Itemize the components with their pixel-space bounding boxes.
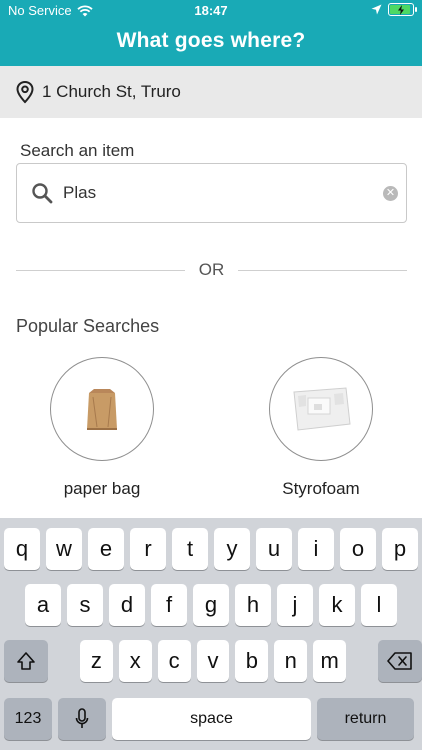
backspace-icon <box>387 652 412 670</box>
key-t[interactable]: t <box>172 528 208 570</box>
key-k[interactable]: k <box>319 584 355 626</box>
status-time: 18:47 <box>194 3 228 18</box>
key-a[interactable]: a <box>25 584 61 626</box>
location-pin-icon <box>16 80 34 104</box>
key-n[interactable]: n <box>274 640 308 682</box>
key-r[interactable]: r <box>130 528 166 570</box>
or-label: OR <box>198 260 225 279</box>
key-u[interactable]: u <box>256 528 292 570</box>
keyboard-row-4: 123 space return <box>0 698 422 740</box>
return-key[interactable]: return <box>317 698 414 740</box>
key-d[interactable]: d <box>109 584 145 626</box>
key-o[interactable]: o <box>340 528 376 570</box>
key-g[interactable]: g <box>193 584 229 626</box>
key-s[interactable]: s <box>67 584 103 626</box>
key-c[interactable]: c <box>157 640 191 682</box>
key-i[interactable]: i <box>298 528 334 570</box>
header: No Service 18:47 What goes where? <box>0 0 422 66</box>
clear-icon[interactable]: ✕ <box>383 186 398 201</box>
shift-key[interactable] <box>4 640 48 682</box>
key-m[interactable]: m <box>313 640 347 682</box>
key-w[interactable]: w <box>46 528 82 570</box>
app-screen: No Service 18:47 What goes where? 1 Chur… <box>0 0 422 750</box>
keyboard-row-3: z x c v b n m <box>0 640 422 682</box>
key-j[interactable]: j <box>277 584 313 626</box>
location-bar[interactable]: 1 Church St, Truro <box>0 66 422 118</box>
key-e[interactable]: e <box>88 528 124 570</box>
paper-bag-image <box>50 357 154 461</box>
key-v[interactable]: v <box>196 640 230 682</box>
popular-item-paper-bag[interactable]: paper bag <box>17 357 187 499</box>
location-arrow-icon <box>371 4 382 15</box>
keyboard: q w e r t y u i o p a s d f g h j k l z … <box>0 518 422 750</box>
key-q[interactable]: q <box>4 528 40 570</box>
microphone-icon <box>75 708 89 728</box>
keyboard-row-1: q w e r t y u i o p <box>0 528 422 570</box>
key-x[interactable]: x <box>118 640 152 682</box>
styrofoam-image <box>269 357 373 461</box>
popular-item-label: paper bag <box>63 479 141 498</box>
popular-item-styrofoam[interactable]: Styrofoam <box>236 357 406 499</box>
dictation-key[interactable] <box>58 698 106 740</box>
divider-line-right <box>238 269 407 271</box>
search-box[interactable]: ✕ <box>16 163 407 223</box>
space-key[interactable]: space <box>112 698 311 740</box>
status-right <box>371 3 417 16</box>
search-icon <box>32 183 53 204</box>
search-label: Search an item <box>20 141 135 160</box>
numbers-key[interactable]: 123 <box>4 698 52 740</box>
key-b[interactable]: b <box>235 640 269 682</box>
search-input[interactable] <box>63 183 363 203</box>
key-f[interactable]: f <box>151 584 187 626</box>
key-y[interactable]: y <box>214 528 250 570</box>
backspace-key[interactable] <box>378 640 422 682</box>
keyboard-row-2: a s d f g h j k l <box>0 584 422 626</box>
popular-searches-title: Popular Searches <box>16 316 160 336</box>
key-l[interactable]: l <box>361 584 397 626</box>
status-bar: No Service 18:47 <box>0 0 422 22</box>
or-divider: OR <box>16 258 407 282</box>
shift-icon <box>17 652 35 670</box>
key-p[interactable]: p <box>382 528 418 570</box>
key-z[interactable]: z <box>79 640 113 682</box>
divider-line-left <box>16 269 185 271</box>
page-title: What goes where? <box>116 29 306 52</box>
battery-icon <box>388 3 417 16</box>
location-address: 1 Church St, Truro <box>42 82 181 101</box>
key-h[interactable]: h <box>235 584 271 626</box>
popular-item-label: Styrofoam <box>282 479 360 498</box>
